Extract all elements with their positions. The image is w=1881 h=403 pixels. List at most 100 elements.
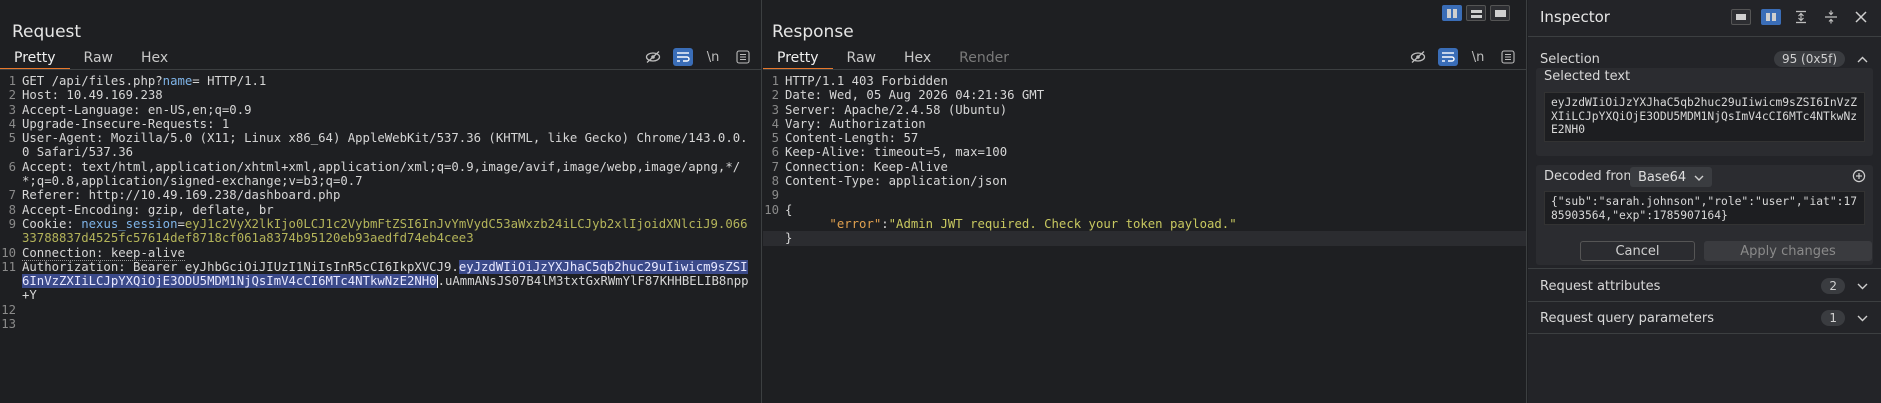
request-tab-pretty[interactable]: Pretty: [0, 48, 70, 70]
line-content: Connection: Keep-Alive: [785, 160, 1526, 174]
request-query-section[interactable]: Request query parameters 1: [1528, 303, 1881, 333]
collapse-all-icon[interactable]: [1821, 8, 1841, 26]
chevron-up-icon[interactable]: [1855, 52, 1869, 66]
hide-nonprintable-icon[interactable]: [643, 48, 663, 66]
code-token: Keep-Alive: timeout=5, max=100: [785, 145, 1008, 160]
word-wrap-icon[interactable]: [1438, 48, 1458, 66]
newline-toggle[interactable]: \n: [1468, 48, 1488, 66]
line-number: 2: [8, 88, 16, 103]
code-token: Server: Apache/2.4.58 (Ubuntu): [785, 102, 1008, 117]
request-pane: Request Pretty Raw Hex \n 1 GET /api/file…: [0, 0, 762, 403]
response-pane: Response Pretty Raw Hex Render \n 1 HTTP/…: [763, 0, 1527, 403]
expand-all-icon[interactable]: [1791, 8, 1811, 26]
selection-count-badge: 95 (0x5f): [1773, 51, 1845, 67]
cancel-button[interactable]: Cancel: [1580, 241, 1695, 261]
code-line[interactable]: 3 Server: Apache/2.4.58 (Ubuntu): [763, 103, 1526, 117]
add-decoding-icon[interactable]: [1849, 167, 1869, 185]
selection-label: Selection: [1540, 51, 1600, 67]
code-token: Upgrade-Insecure-Requests: 1: [22, 116, 230, 131]
inspector-divider: [1528, 36, 1881, 37]
response-title: Response: [772, 22, 854, 42]
response-tab-hex[interactable]: Hex: [890, 48, 945, 70]
inspector-layout-list-icon[interactable]: [1731, 9, 1751, 25]
code-line[interactable]: }: [763, 231, 1526, 246]
code-line[interactable]: 3 Accept-Language: en-US,en;q=0.9: [0, 103, 761, 117]
code-line[interactable]: 11 Authorization: Bearer eyJhbGciOiJIUzI1…: [0, 259, 761, 303]
decoding-select[interactable]: Base64: [1630, 167, 1713, 187]
request-tab-raw[interactable]: Raw: [70, 48, 127, 70]
layout-tabs-icon[interactable]: [1490, 5, 1510, 21]
request-title: Request: [12, 22, 82, 42]
line-number: 6: [8, 159, 16, 174]
request-editor[interactable]: 1 GET /api/files.php?name= HTTP/1.1 2 Host:…: [0, 74, 761, 403]
line-number: 8: [8, 202, 16, 217]
request-menu-icon[interactable]: [733, 48, 753, 66]
line-content: [22, 317, 761, 331]
response-editor[interactable]: 1 HTTP/1.1 403 Forbidden 2 Date: Wed, 05 Au…: [763, 74, 1526, 403]
code-line[interactable]: 1 GET /api/files.php?name= HTTP/1.1: [0, 74, 761, 88]
code-token: "Admin JWT required. Check your token pa…: [888, 216, 1237, 231]
code-line[interactable]: 7 Referer: http://10.49.169.238/dashboard…: [0, 188, 761, 202]
code-line[interactable]: 1 HTTP/1.1 403 Forbidden: [763, 74, 1526, 88]
code-token: Authorization: Bearer eyJhbGciOiJIUzI1Ni…: [22, 259, 459, 274]
line-content: Host: 10.49.169.238: [22, 88, 761, 102]
hide-nonprintable-icon[interactable]: [1408, 48, 1428, 66]
code-line[interactable]: 12: [0, 303, 761, 317]
line-content: Referer: http://10.49.169.238/dashboard.…: [22, 188, 761, 202]
line-number: 5: [8, 131, 16, 146]
code-line[interactable]: 6 Accept: text/html,application/xhtml+xml…: [0, 160, 761, 189]
request-query-label: Request query parameters: [1540, 310, 1715, 326]
code-line[interactable]: 7 Connection: Keep-Alive: [763, 160, 1526, 174]
code-line[interactable]: "error":"Admin JWT required. Check your …: [763, 217, 1526, 231]
selected-text-box[interactable]: eyJzdWIiOiJzYXJhaC5qb2huc29uIiwicm9sZSI6…: [1544, 92, 1865, 142]
newline-toggle[interactable]: \n: [703, 48, 723, 66]
code-line[interactable]: 2 Host: 10.49.169.238: [0, 88, 761, 102]
code-line[interactable]: 5 Content-Length: 57: [763, 131, 1526, 145]
response-tab-pretty[interactable]: Pretty: [763, 48, 833, 70]
code-line[interactable]: 10 {: [763, 203, 1526, 217]
code-token: Connection: Keep-Alive: [785, 159, 948, 174]
code-line[interactable]: 4 Upgrade-Insecure-Requests: 1: [0, 117, 761, 131]
request-attributes-count: 2: [1821, 278, 1845, 294]
line-content: "error":"Admin JWT required. Check your …: [785, 217, 1526, 231]
code-line[interactable]: 10 Connection: keep-alive: [0, 245, 761, 261]
code-line[interactable]: 2 Date: Wed, 05 Aug 2026 04:21:36 GMT: [763, 88, 1526, 102]
inspector-divider: [1528, 268, 1881, 269]
response-tab-render[interactable]: Render: [945, 48, 1023, 70]
line-number: 3: [8, 102, 16, 117]
close-icon[interactable]: [1851, 8, 1871, 26]
selected-text-label: Selected text: [1544, 69, 1631, 84]
decoded-text-box[interactable]: {"sub":"sarah.johnson","role":"user","ia…: [1544, 191, 1865, 225]
request-attributes-section[interactable]: Request attributes 2: [1528, 271, 1881, 301]
request-query-count: 1: [1821, 310, 1845, 326]
chevron-down-icon[interactable]: [1855, 279, 1869, 293]
code-line[interactable]: 9: [763, 188, 1526, 202]
inspector-pane: Inspector Selection 95 (0x5f) Selected t…: [1528, 0, 1881, 403]
code-line[interactable]: 4 Vary: Authorization: [763, 117, 1526, 131]
code-line[interactable]: 9 Cookie: nexus_session=eyJ1c2VyX2lkIjo0L…: [0, 217, 761, 246]
line-content: Keep-Alive: timeout=5, max=100: [785, 145, 1526, 159]
line-number: 7: [771, 159, 779, 174]
apply-changes-button[interactable]: Apply changes: [1704, 241, 1872, 261]
code-line[interactable]: 8 Content-Type: application/json: [763, 174, 1526, 188]
line-number: 10: [764, 202, 779, 217]
chevron-down-icon[interactable]: [1855, 311, 1869, 325]
line-number: 1: [8, 74, 16, 88]
line-number: 3: [771, 102, 779, 117]
code-line[interactable]: 13: [0, 317, 761, 331]
layout-stacked-icon[interactable]: [1466, 5, 1486, 21]
request-tab-hex[interactable]: Hex: [127, 48, 182, 70]
line-content: Cookie: nexus_session=eyJ1c2VyX2lkIjo0LC…: [22, 217, 761, 246]
line-content: Server: Apache/2.4.58 (Ubuntu): [785, 103, 1526, 117]
code-line[interactable]: 8 Accept-Encoding: gzip, deflate, br: [0, 203, 761, 217]
response-menu-icon[interactable]: [1498, 48, 1518, 66]
code-line[interactable]: 5 User-Agent: Mozilla/5.0 (X11; Linux x86…: [0, 131, 761, 160]
line-content: Upgrade-Insecure-Requests: 1: [22, 117, 761, 131]
layout-side-by-side-icon[interactable]: [1442, 5, 1462, 21]
response-tabs: Pretty Raw Hex Render: [763, 48, 1023, 70]
word-wrap-icon[interactable]: [673, 48, 693, 66]
code-token: Date: Wed, 05 Aug 2026 04:21:36 GMT: [785, 88, 1045, 103]
response-tab-raw[interactable]: Raw: [833, 48, 890, 70]
inspector-layout-split-icon[interactable]: [1761, 9, 1781, 25]
code-line[interactable]: 6 Keep-Alive: timeout=5, max=100: [763, 145, 1526, 159]
